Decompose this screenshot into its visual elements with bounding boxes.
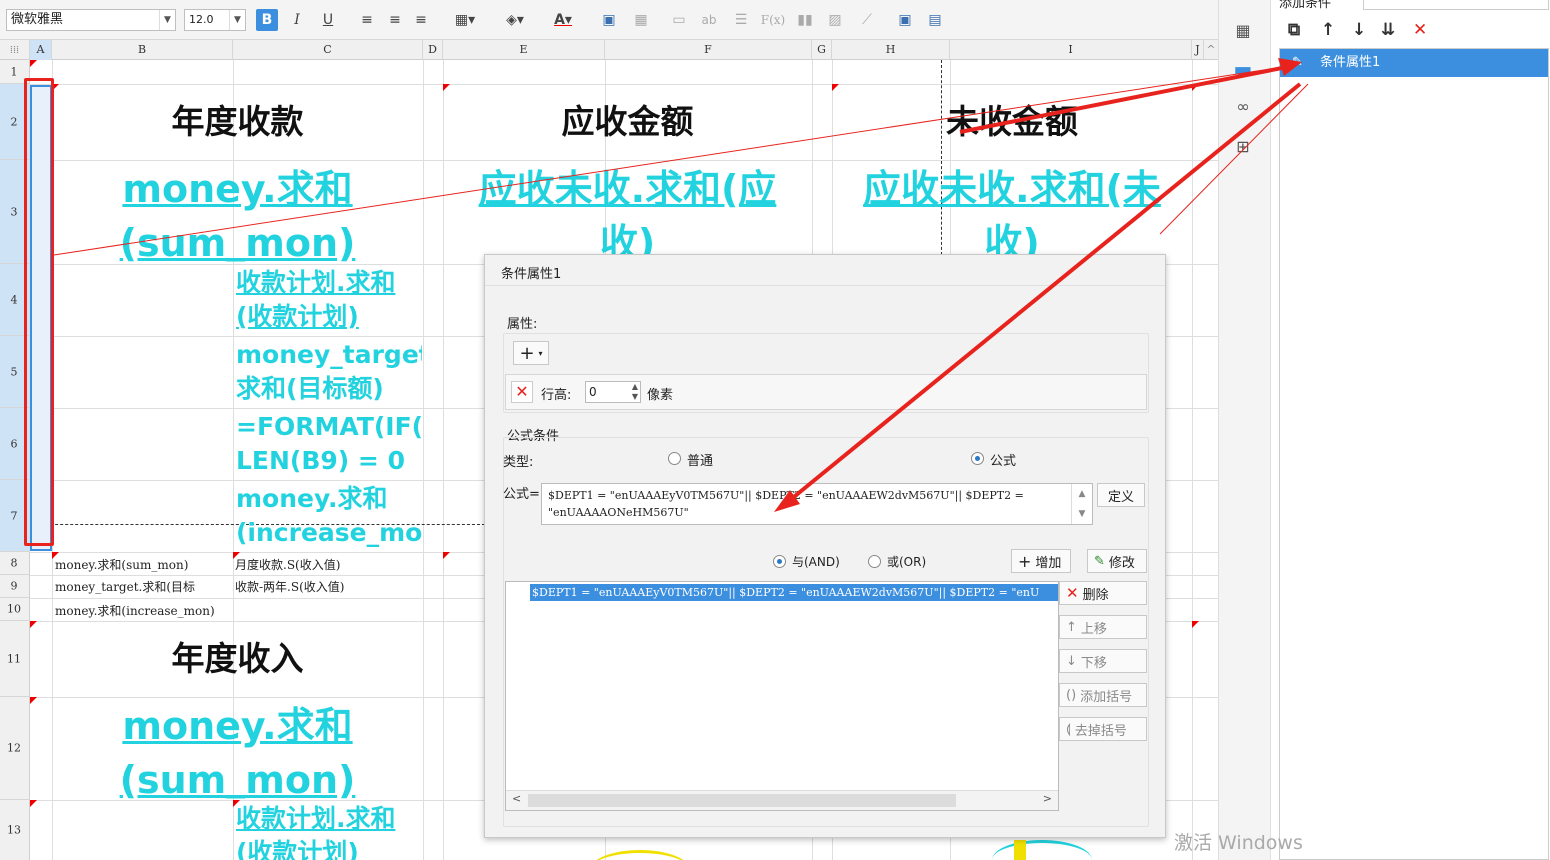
- annotation-arrowhead: [1278, 58, 1302, 76]
- activation-watermark: 激活 Windows: [1174, 832, 1303, 854]
- annotation-arrows: [53, 58, 1309, 512]
- annotation-arrow-line: [959, 64, 1293, 134]
- annotation-thin-line-2: [1159, 83, 1309, 235]
- annotation-arrow-line-2: [782, 82, 1302, 507]
- annotation-thin-line: [53, 65, 1291, 256]
